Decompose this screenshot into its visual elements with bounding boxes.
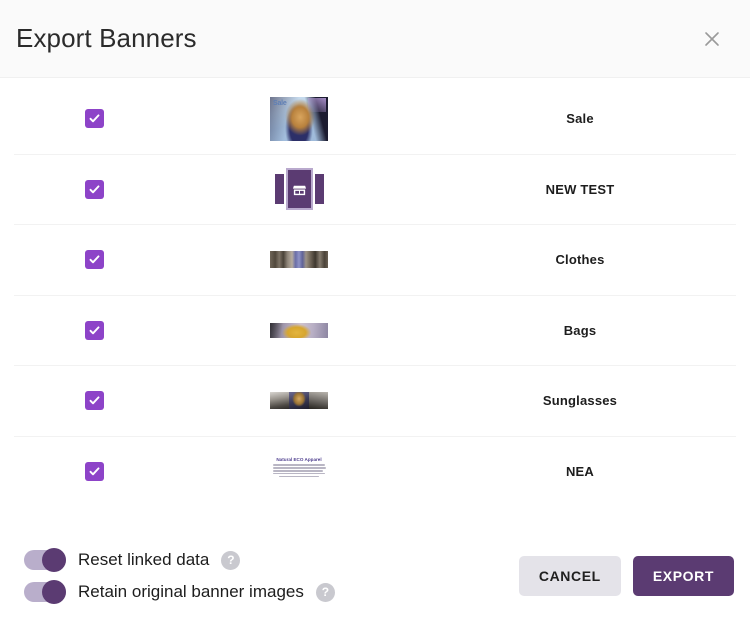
table-row[interactable]: NEW TEST: [14, 155, 736, 225]
option-reset-linked-data: Reset linked data ?: [24, 548, 335, 572]
storefront-icon: [292, 182, 307, 197]
check-icon: [89, 326, 99, 334]
banner-list: Sale Sale NEW TEST Clothes Bags Sunglass…: [0, 78, 750, 528]
banner-name: NEA: [565, 464, 595, 480]
thumbnail-text-line: [273, 464, 325, 466]
select-banner-checkbox[interactable]: [84, 250, 104, 270]
row-thumbnail-cell: Natural ECO Apparel: [174, 453, 424, 490]
banner-thumbnail: [270, 322, 328, 338]
row-label-cell: Sunglasses: [424, 393, 736, 408]
toggle-knob: [42, 548, 66, 572]
row-checkbox-cell: [14, 391, 174, 411]
banner-name: Bags: [563, 322, 597, 338]
banner-thumbnail: Natural ECO Apparel: [270, 453, 328, 490]
row-thumbnail-cell: [174, 167, 424, 211]
row-checkbox-cell: [14, 462, 174, 482]
thumbnail-caption: Sale: [273, 99, 287, 107]
page-title: Export Banners: [16, 23, 197, 53]
thumbnail-streak: [308, 97, 326, 112]
banner-name: Clothes: [555, 252, 605, 268]
check-icon: [89, 255, 99, 264]
row-checkbox-cell: [14, 320, 174, 340]
collage-panel-2: [289, 392, 309, 410]
cancel-button[interactable]: CANCEL: [518, 556, 621, 596]
banner-thumbnail: [270, 167, 328, 211]
banner-name: Sunglasses: [542, 393, 618, 409]
thumbnail-text-line: [273, 472, 326, 475]
dialog-footer: Reset linked data ? Retain original bann…: [0, 528, 750, 624]
row-checkbox-cell: [14, 250, 174, 270]
dialog-actions: CANCEL EXPORT: [518, 556, 734, 596]
row-label-cell: Clothes: [424, 252, 736, 267]
reset-linked-data-label: Reset linked data: [78, 550, 210, 569]
dialog-header: Export Banners: [0, 0, 750, 78]
row-thumbnail-cell: [174, 322, 424, 338]
table-row[interactable]: Clothes: [14, 225, 736, 296]
export-banners-dialog: Export Banners Sale Sale NEW TEST Clothe…: [0, 0, 750, 624]
table-row[interactable]: Natural ECO Apparel NEA: [14, 437, 736, 508]
banner-thumbnail: [270, 251, 328, 269]
close-icon: [702, 29, 722, 49]
shop-panel-center: [285, 168, 313, 211]
reset-linked-data-toggle[interactable]: [24, 548, 66, 572]
help-circle-icon[interactable]: ?: [315, 582, 335, 602]
table-row[interactable]: Bags: [14, 296, 736, 366]
banner-thumbnail: Sale: [270, 96, 328, 141]
select-banner-checkbox[interactable]: [84, 109, 104, 129]
option-retain-original-banner-images: Retain original banner images ?: [24, 580, 335, 604]
banner-thumbnail: [270, 392, 328, 410]
collage-panel-1: [270, 392, 290, 410]
row-checkbox-cell: [14, 179, 174, 199]
retain-original-banner-images-toggle[interactable]: [24, 580, 66, 604]
thumbnail-text-line: [273, 467, 327, 469]
row-thumbnail-cell: [174, 251, 424, 269]
toggle-knob: [42, 580, 66, 604]
row-label-cell: NEA: [424, 464, 736, 479]
table-row[interactable]: Sale Sale: [14, 84, 736, 155]
export-button[interactable]: EXPORT: [632, 556, 734, 596]
banner-name: Sale: [566, 111, 594, 127]
shop-panel-right: [314, 174, 324, 205]
banner-name: NEW TEST: [545, 181, 615, 197]
option-toggles: Reset linked data ? Retain original bann…: [24, 548, 335, 604]
table-row[interactable]: Sunglasses: [14, 366, 736, 437]
row-label-cell: Bags: [424, 323, 736, 338]
shop-panel-left: [274, 174, 284, 205]
help-circle-icon[interactable]: ?: [221, 550, 241, 570]
select-banner-checkbox[interactable]: [84, 320, 104, 340]
thumbnail-text-line: [279, 475, 319, 478]
check-icon: [89, 396, 99, 405]
check-icon: [89, 185, 99, 193]
row-checkbox-cell: [14, 109, 174, 129]
collage-panel-3: [308, 392, 328, 410]
row-label-cell: NEW TEST: [424, 182, 736, 197]
row-thumbnail-cell: Sale: [174, 96, 424, 141]
select-banner-checkbox[interactable]: [84, 179, 104, 199]
row-thumbnail-cell: [174, 392, 424, 410]
select-banner-checkbox[interactable]: [84, 462, 104, 482]
close-button[interactable]: [696, 23, 728, 55]
row-label-cell: Sale: [424, 111, 736, 126]
thumbnail-caption: Natural ECO Apparel: [276, 456, 322, 462]
thumbnail-text-line: [273, 470, 323, 472]
retain-original-banner-images-label: Retain original banner images: [78, 582, 304, 601]
check-icon: [89, 114, 99, 123]
check-icon: [89, 467, 99, 476]
select-banner-checkbox[interactable]: [84, 391, 104, 411]
